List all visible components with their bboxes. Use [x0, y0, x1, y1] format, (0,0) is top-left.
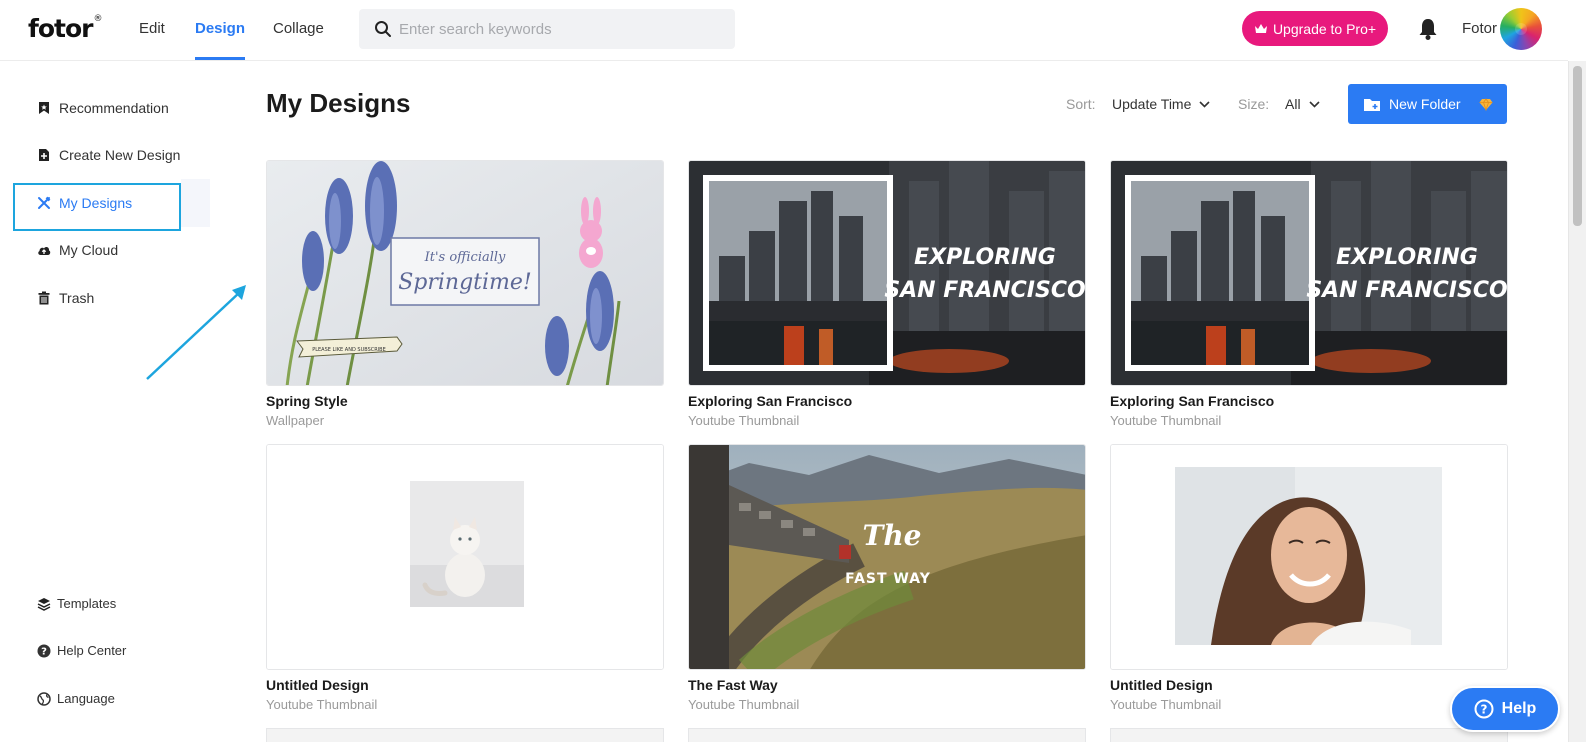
design-title[interactable]: Untitled Design: [266, 677, 369, 693]
crown-icon: [1254, 23, 1267, 33]
design-thumbnail[interactable]: EXPLORING SAN FRANCISCO: [1110, 160, 1508, 386]
svg-text:?: ?: [41, 646, 47, 657]
sidebar-item-label: Create New Design: [59, 147, 181, 163]
design-tools-icon: [38, 196, 51, 209]
trash-icon: [38, 291, 50, 305]
design-title[interactable]: Exploring San Francisco: [1110, 393, 1274, 409]
design-card-partial[interactable]: [266, 728, 664, 742]
sidebar-item-my-designs[interactable]: My Designs: [37, 195, 132, 211]
sidebar-item-templates[interactable]: Templates: [37, 596, 116, 611]
layers-icon: [37, 597, 51, 611]
design-card-spring-style[interactable]: It's officially Springtime! PLEASE LIKE …: [266, 160, 664, 430]
design-card-exploring-san-francisco[interactable]: EXPLORING SAN FRANCISCO Exploring San Fr…: [1110, 160, 1508, 430]
page-scrollbar[interactable]: [1568, 61, 1586, 742]
sort-dropdown[interactable]: Update Time: [1112, 96, 1210, 112]
tab-edit[interactable]: Edit: [139, 20, 165, 60]
design-card-partial[interactable]: [1110, 728, 1508, 742]
design-title[interactable]: The Fast Way: [688, 677, 778, 693]
username[interactable]: Fotor: [1462, 20, 1497, 37]
new-folder-label: New Folder: [1389, 96, 1461, 112]
user-avatar[interactable]: [1500, 8, 1542, 50]
design-card-partial[interactable]: [688, 728, 1086, 742]
design-thumbnail[interactable]: EXPLORING SAN FRANCISCO: [688, 160, 1086, 386]
sf-thumb-text-2: SAN FRANCISCO: [1306, 278, 1507, 303]
sf-thumb-text-2: SAN FRANCISCO: [884, 278, 1085, 303]
sort-label: Sort:: [1066, 96, 1096, 112]
design-card-untitled-portrait[interactable]: Untitled Design Youtube Thumbnail: [1110, 444, 1508, 714]
chevron-down-icon: [1308, 100, 1320, 108]
sidebar-item-trash[interactable]: Trash: [37, 290, 94, 306]
upgrade-label: Upgrade to Pro+: [1272, 20, 1377, 37]
design-title[interactable]: Spring Style: [266, 393, 348, 409]
design-title[interactable]: Untitled Design: [1110, 677, 1213, 693]
sidebar-item-label: Trash: [59, 290, 95, 306]
sf-thumb-text-1: EXPLORING: [914, 245, 1056, 270]
cloud-upload-icon: [38, 246, 51, 255]
size-dropdown[interactable]: All: [1285, 96, 1320, 112]
sidebar-active-highlight: [181, 179, 210, 227]
design-type: Wallpaper: [266, 413, 325, 428]
new-folder-button[interactable]: New Folder: [1348, 84, 1507, 124]
design-card-the-fast-way[interactable]: The FAST WAY The Fast Way Youtube Thumbn…: [688, 444, 1086, 714]
help-button-label: Help: [1501, 700, 1537, 717]
design-type: Youtube Thumbnail: [266, 697, 378, 712]
sidebar-item-label: Help Center: [57, 643, 127, 658]
annotation-arrow: [146, 285, 246, 380]
spring-thumb-text-2: Springtime!: [398, 270, 532, 295]
fastway-thumb-text-2: FAST WAY: [845, 571, 931, 587]
design-thumbnail[interactable]: [266, 444, 664, 670]
tab-collage[interactable]: Collage: [273, 20, 324, 60]
design-card-untitled-cat[interactable]: Untitled Design Youtube Thumbnail: [266, 444, 664, 714]
size-label: Size:: [1238, 96, 1270, 112]
search-icon[interactable]: [374, 20, 392, 38]
sidebar-item-label: Templates: [57, 596, 117, 611]
sidebar-item-my-cloud[interactable]: My Cloud: [37, 242, 118, 258]
sidebar-item-label: Language: [57, 691, 115, 706]
tab-design[interactable]: Design: [195, 20, 246, 60]
sort-value: Update Time: [1112, 96, 1192, 112]
folder-plus-icon: [1364, 98, 1380, 111]
spring-thumb-text-3: PLEASE LIKE AND SUBSCRIBE: [312, 347, 386, 353]
upgrade-button[interactable]: Upgrade to Pro+: [1242, 11, 1388, 46]
design-type: Youtube Thumbnail: [688, 697, 800, 712]
top-navigation-bar: fotor® Edit Design Collage Upgrade to Pr…: [0, 0, 1568, 61]
design-thumbnail[interactable]: The FAST WAY: [688, 444, 1086, 670]
sidebar-item-recommendation[interactable]: Recommendation: [37, 100, 169, 116]
sidebar-item-language[interactable]: Language: [37, 691, 115, 706]
search-bar: [359, 9, 735, 49]
file-plus-icon: [39, 149, 49, 161]
search-input[interactable]: [399, 17, 719, 41]
sidebar-item-label: My Designs: [59, 195, 133, 211]
globe-icon: [37, 691, 51, 706]
sidebar-item-help-center[interactable]: ? Help Center: [37, 643, 126, 658]
logo-text: fotor: [28, 14, 94, 43]
page-title: My Designs: [266, 88, 411, 118]
design-type: Youtube Thumbnail: [1110, 413, 1222, 428]
logo-registered-mark: ®: [93, 14, 103, 24]
help-button[interactable]: ? Help: [1450, 686, 1560, 732]
sidebar-item-label: Recommendation: [59, 100, 169, 116]
sidebar-item-create-new-design[interactable]: Create New Design: [37, 147, 180, 163]
design-title[interactable]: Exploring San Francisco: [688, 393, 852, 409]
svg-text:?: ?: [1480, 703, 1487, 717]
spring-thumb-text-1: It's officially: [424, 250, 506, 265]
fotor-logo[interactable]: fotor®: [28, 14, 103, 43]
design-type: Youtube Thumbnail: [688, 413, 800, 428]
design-card-exploring-san-francisco[interactable]: EXPLORING SAN FRANCISCO Exploring San Fr…: [688, 160, 1086, 430]
fastway-thumb-text-1: The: [862, 519, 921, 552]
sf-thumb-text-1: EXPLORING: [1336, 245, 1478, 270]
size-value: All: [1285, 96, 1301, 112]
premium-diamond-icon: [1479, 98, 1493, 111]
design-thumbnail[interactable]: It's officially Springtime! PLEASE LIKE …: [266, 160, 664, 386]
help-circle-icon: ?: [1474, 699, 1494, 719]
sidebar-item-label: My Cloud: [59, 242, 119, 258]
bookmark-icon: [39, 102, 49, 114]
notification-bell-icon[interactable]: [1417, 17, 1439, 41]
design-thumbnail[interactable]: [1110, 444, 1508, 670]
chevron-down-icon: [1199, 100, 1210, 108]
design-type: Youtube Thumbnail: [1110, 697, 1222, 712]
scrollbar-thumb[interactable]: [1573, 66, 1582, 226]
help-circle-icon: ?: [37, 644, 51, 657]
